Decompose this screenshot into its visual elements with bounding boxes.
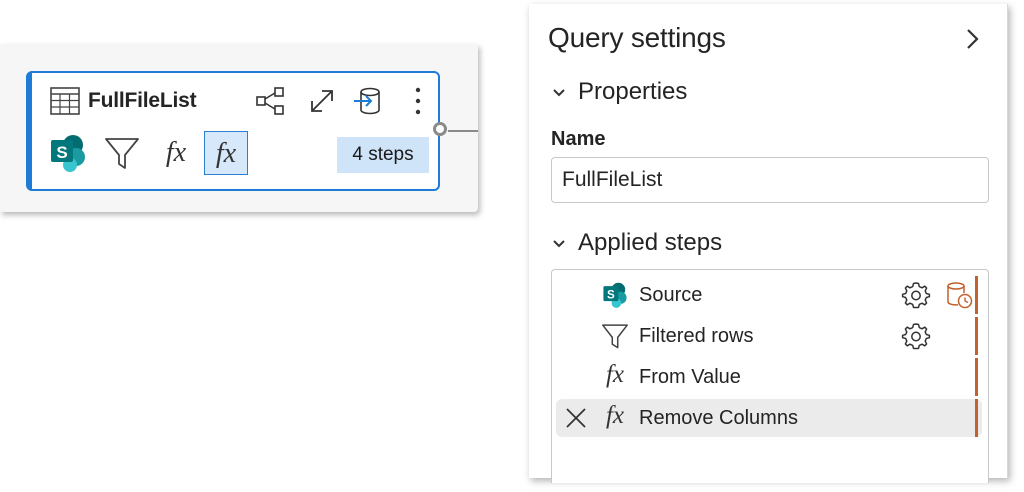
step-label: Remove Columns [639,407,798,429]
expand-icon[interactable] [306,85,338,117]
applied-steps-section-toggle[interactable]: Applied steps [551,229,771,259]
filter-icon [600,321,630,351]
gear-icon[interactable] [901,321,931,351]
connector-port[interactable] [433,122,447,136]
share-icon[interactable] [254,85,286,117]
filter-icon[interactable] [100,131,144,175]
step-filtered-rows[interactable]: Filtered rows [556,317,982,355]
step-status-indicator [975,276,978,314]
query-title: FullFileList [88,89,197,112]
query-settings-panel: Query settings Properties Name Applied s… [529,4,1008,483]
delete-step-icon[interactable] [562,404,590,432]
step-remove-columns[interactable]: fx Remove Columns [556,399,982,437]
fx-icon: fx [605,361,625,388]
gear-icon[interactable] [901,280,931,310]
step-status-indicator [975,358,978,396]
destination-schedule-icon[interactable] [944,280,974,310]
query-card[interactable]: FullFileList S fx fx 4 steps [26,71,440,191]
step-label: From Value [639,366,741,388]
name-label: Name [551,128,606,150]
step-source[interactable]: S Source [556,276,982,314]
load-to-destination-icon[interactable] [352,85,384,117]
step-label: Source [639,284,703,306]
steps-count-badge[interactable]: 4 steps [337,137,429,173]
more-options-icon[interactable] [402,85,434,117]
applied-steps-heading: Applied steps [578,229,723,256]
query-name-input[interactable] [551,157,989,203]
fx-icon: fx [605,402,625,429]
chevron-right-icon[interactable] [959,26,985,52]
step-status-indicator [975,399,978,437]
properties-heading: Properties [578,78,688,105]
sharepoint-icon[interactable]: S [46,131,90,175]
applied-steps-list: S Source Filtered rows fx From Value fx … [551,269,989,483]
panel-title: Query settings [548,22,726,53]
properties-section-toggle[interactable]: Properties [551,78,751,108]
sharepoint-icon: S [600,280,630,310]
svg-text:S: S [607,289,615,301]
connector-line [448,130,478,132]
chevron-down-icon [553,89,565,97]
step-status-indicator [975,317,978,355]
fx-icon[interactable]: fx [154,131,198,175]
step-from-value[interactable]: fx From Value [556,358,982,396]
svg-text:S: S [56,143,67,162]
step-label: Filtered rows [639,325,754,347]
chevron-down-icon [553,240,565,248]
fx-icon-selected[interactable]: fx [204,131,248,175]
table-icon [50,87,80,115]
